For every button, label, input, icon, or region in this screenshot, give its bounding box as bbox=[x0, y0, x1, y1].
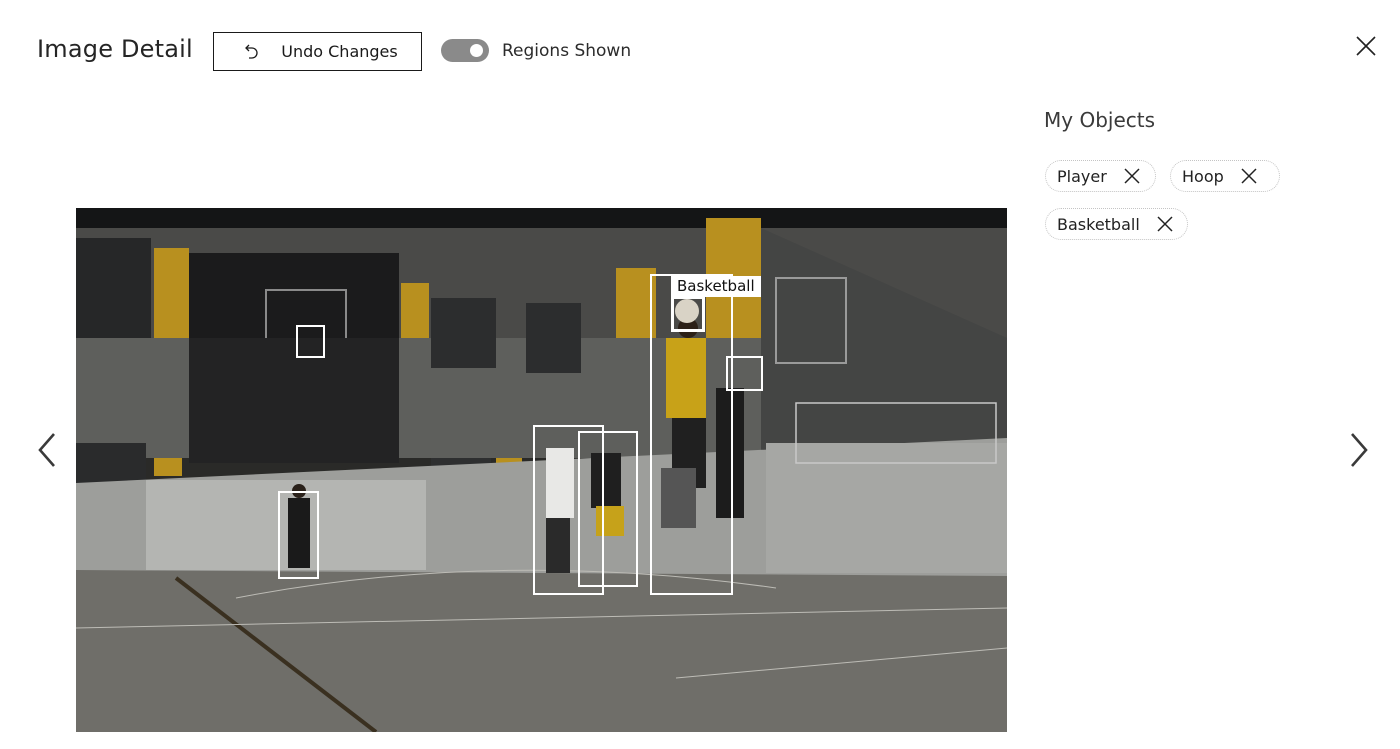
regions-toggle[interactable]: Regions Shown bbox=[441, 39, 631, 62]
chevron-right-icon[interactable] bbox=[1344, 430, 1374, 470]
regions-toggle-label: Regions Shown bbox=[502, 40, 632, 61]
object-tag-basketball[interactable]: Basketball bbox=[1045, 208, 1188, 240]
my-objects-title: My Objects bbox=[1044, 108, 1156, 132]
object-tag-label: Basketball bbox=[1057, 214, 1140, 234]
object-tag-player[interactable]: Player bbox=[1045, 160, 1156, 192]
my-objects-panel: My Objects Player Hoop Basketball bbox=[1044, 108, 1384, 240]
header: Image Detail Undo Changes Regions Shown bbox=[0, 0, 1400, 100]
undo-changes-label: Undo Changes bbox=[281, 42, 398, 61]
region-player[interactable] bbox=[578, 431, 638, 587]
region-basketball[interactable] bbox=[671, 296, 705, 332]
object-tag-label: Player bbox=[1057, 166, 1107, 186]
object-tag-hoop[interactable]: Hoop bbox=[1170, 160, 1280, 192]
page-title: Image Detail bbox=[37, 35, 193, 63]
region-player[interactable] bbox=[278, 491, 319, 579]
remove-tag-icon[interactable] bbox=[1240, 167, 1258, 185]
chevron-left-icon[interactable] bbox=[32, 430, 62, 470]
toggle-switch[interactable] bbox=[441, 39, 489, 62]
remove-tag-icon[interactable] bbox=[1123, 167, 1141, 185]
object-tag-label: Hoop bbox=[1182, 166, 1224, 186]
selected-region-label: Basketball bbox=[671, 276, 761, 297]
image-canvas[interactable]: Basketball bbox=[76, 208, 1007, 732]
undo-icon bbox=[245, 44, 258, 59]
undo-changes-button[interactable]: Undo Changes bbox=[213, 32, 422, 71]
region-hoop[interactable] bbox=[296, 325, 325, 358]
close-icon[interactable] bbox=[1354, 34, 1378, 58]
toggle-knob bbox=[470, 44, 483, 57]
remove-tag-icon[interactable] bbox=[1156, 215, 1174, 233]
